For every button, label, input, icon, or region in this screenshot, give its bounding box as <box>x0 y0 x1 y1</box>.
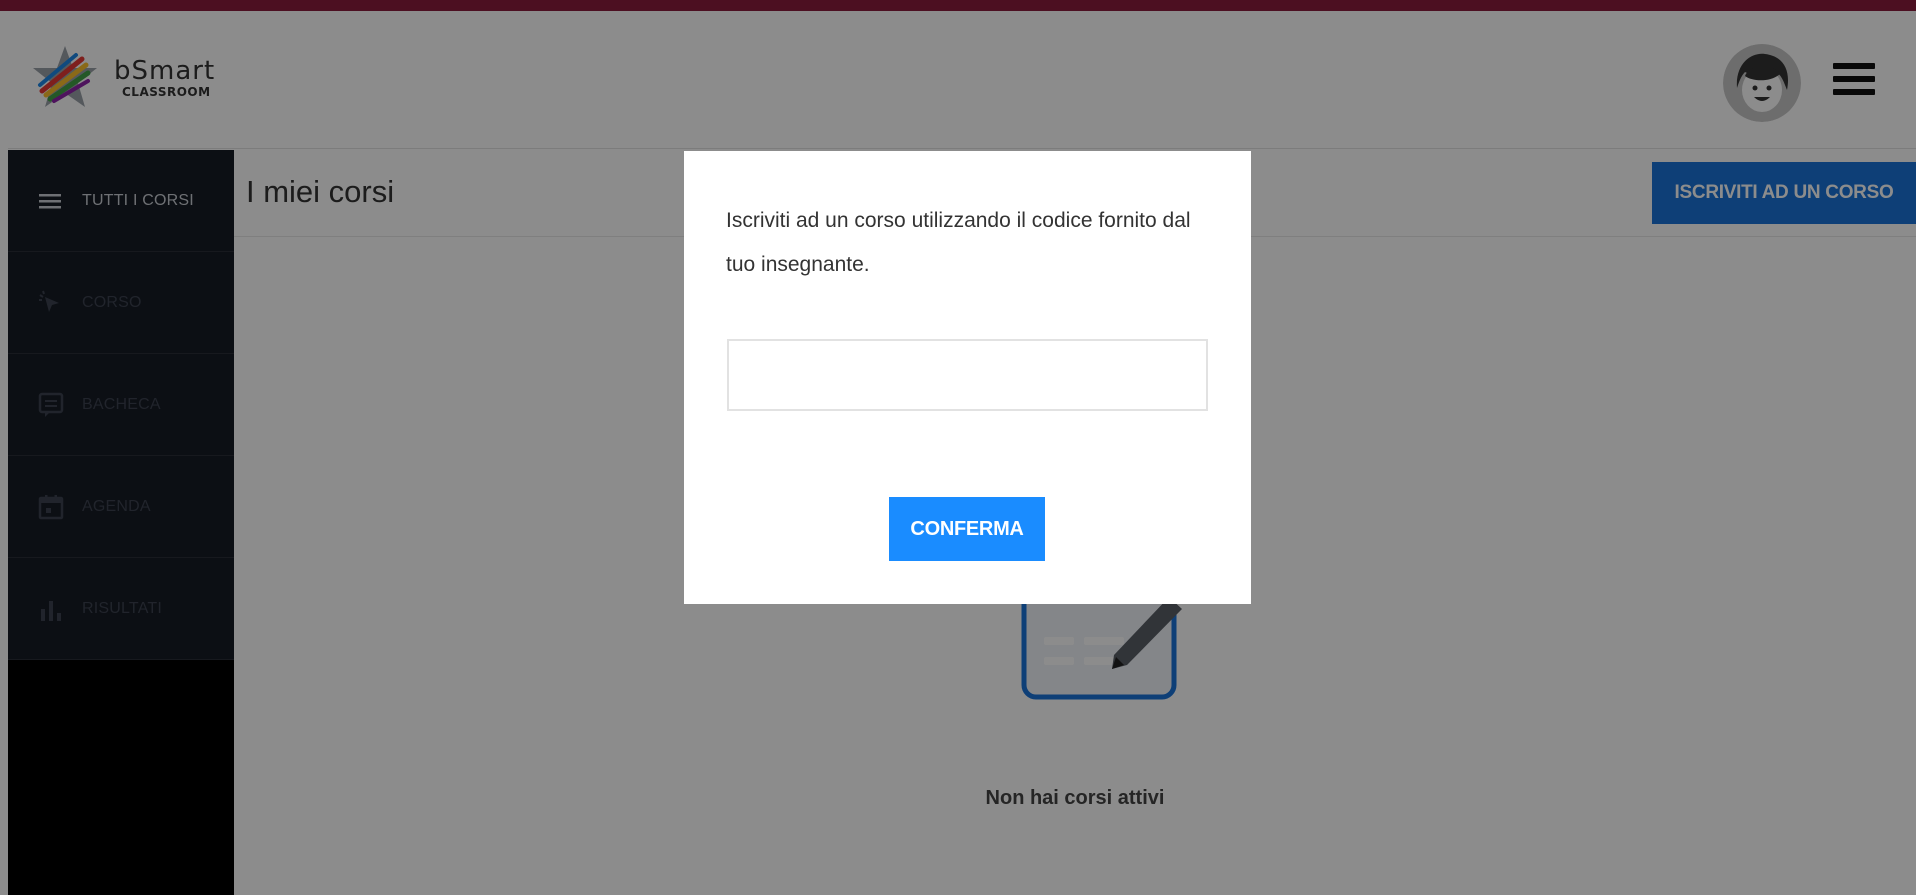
enroll-dialog: Iscriviti ad un corso utilizzando il cod… <box>684 151 1251 604</box>
dialog-message: Iscriviti ad un corso utilizzando il cod… <box>726 209 1191 276</box>
confirm-button[interactable]: CONFERMA <box>889 497 1045 561</box>
course-code-input[interactable] <box>727 339 1208 411</box>
